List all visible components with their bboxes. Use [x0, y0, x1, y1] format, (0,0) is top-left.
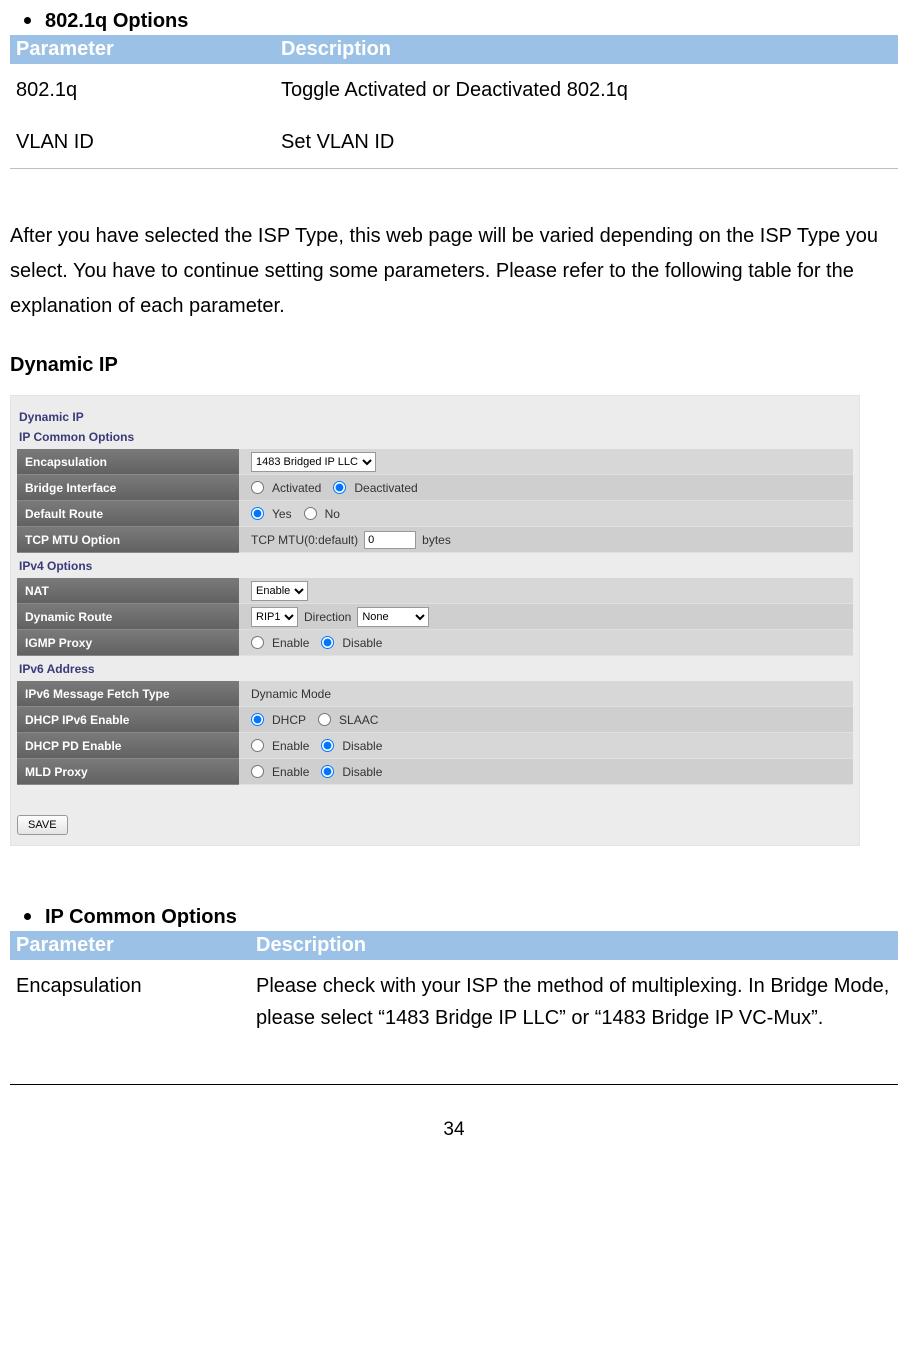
dynamic-ip-heading: Dynamic IP [10, 354, 898, 377]
field-igmp-proxy: Enable Disable [239, 630, 853, 656]
select-encapsulation[interactable]: 1483 Bridged IP LLC [251, 452, 376, 472]
label-bridge-interface: Bridge Interface [17, 475, 239, 501]
field-nat: Enable [239, 578, 853, 604]
radio-igmp-enable[interactable] [251, 636, 264, 649]
row-tcp-mtu: TCP MTU Option TCP MTU(0:default) bytes [17, 527, 853, 553]
cell-desc: Please check with your ISP the method of… [250, 960, 898, 1044]
select-rip[interactable]: RIP1 [251, 607, 298, 627]
field-dhcp-ipv6: DHCP SLAAC [239, 707, 853, 733]
select-nat[interactable]: Enable [251, 581, 308, 601]
label-mld-proxy: MLD Proxy [17, 759, 239, 785]
opt-deactivated: Deactivated [354, 481, 417, 495]
ui-title-ipv4: IPv4 Options [19, 559, 853, 573]
row-ipv6-fetch: IPv6 Message Fetch Type Dynamic Mode [17, 681, 853, 707]
cell-param: 802.1q [10, 64, 275, 116]
row-dynamic-route: Dynamic Route RIP1 Direction None [17, 604, 853, 630]
radio-no[interactable] [304, 507, 317, 520]
opt-enable: Enable [272, 765, 309, 779]
radio-pd-enable[interactable] [251, 739, 264, 752]
table-row: VLAN ID Set VLAN ID [10, 116, 898, 169]
row-igmp-proxy: IGMP Proxy Enable Disable [17, 630, 853, 656]
opt-enable: Enable [272, 636, 309, 650]
label-encapsulation: Encapsulation [17, 449, 239, 475]
label-dhcp-pd: DHCP PD Enable [17, 733, 239, 759]
col-parameter: Parameter [10, 35, 275, 64]
input-tcp-mtu[interactable] [364, 531, 416, 549]
select-direction[interactable]: None [357, 607, 429, 627]
field-dhcp-pd: Enable Disable [239, 733, 853, 759]
table-row: 802.1q Toggle Activated or Deactivated 8… [10, 64, 898, 116]
router-ui-screenshot: Dynamic IP IP Common Options Encapsulati… [10, 395, 860, 846]
opt-yes: Yes [272, 507, 292, 521]
save-button[interactable]: SAVE [17, 815, 68, 835]
table-row: Encapsulation Please check with your ISP… [10, 960, 898, 1044]
row-bridge-interface: Bridge Interface Activated Deactivated [17, 475, 853, 501]
label-tcp-mtu: TCP MTU Option [17, 527, 239, 553]
opt-enable: Enable [272, 739, 309, 753]
bullet-icon [24, 913, 31, 920]
ipv6-fetch-value: Dynamic Mode [251, 687, 331, 701]
field-encapsulation: 1483 Bridged IP LLC [239, 449, 853, 475]
ui-title-ipv6: IPv6 Address [19, 662, 853, 676]
radio-deactivated[interactable] [333, 481, 346, 494]
row-nat: NAT Enable [17, 578, 853, 604]
heading-text: 802.1q Options [45, 10, 188, 32]
table-ip-common-options: Parameter Description Encapsulation Plea… [10, 931, 898, 1044]
field-bridge-interface: Activated Deactivated [239, 475, 853, 501]
cell-desc: Set VLAN ID [275, 116, 898, 169]
row-default-route: Default Route Yes No [17, 501, 853, 527]
radio-activated[interactable] [251, 481, 264, 494]
label-nat: NAT [17, 578, 239, 604]
tcp-mtu-prefix: TCP MTU(0:default) [251, 533, 358, 547]
label-igmp-proxy: IGMP Proxy [17, 630, 239, 656]
radio-igmp-disable[interactable] [321, 636, 334, 649]
label-dhcp-ipv6: DHCP IPv6 Enable [17, 707, 239, 733]
col-description: Description [275, 35, 898, 64]
label-default-route: Default Route [17, 501, 239, 527]
opt-activated: Activated [272, 481, 321, 495]
section-heading-ip-common: IP Common Options [24, 906, 898, 929]
section-heading-8021q: 802.1q Options [24, 10, 898, 33]
field-default-route: Yes No [239, 501, 853, 527]
col-parameter: Parameter [10, 931, 250, 960]
radio-dhcp[interactable] [251, 713, 264, 726]
tcp-mtu-suffix: bytes [422, 533, 451, 547]
row-dhcp-ipv6: DHCP IPv6 Enable DHCP SLAAC [17, 707, 853, 733]
opt-disable: Disable [342, 636, 382, 650]
intro-paragraph: After you have selected the ISP Type, th… [10, 219, 898, 324]
radio-slaac[interactable] [318, 713, 331, 726]
direction-label: Direction [304, 610, 351, 624]
ui-title-ip-common: IP Common Options [19, 430, 853, 444]
table-header-row: Parameter Description [10, 35, 898, 64]
cell-param: VLAN ID [10, 116, 275, 169]
col-description: Description [250, 931, 898, 960]
bullet-icon [24, 17, 31, 24]
table-8021q-options: Parameter Description 802.1q Toggle Acti… [10, 35, 898, 169]
table-header-row: Parameter Description [10, 931, 898, 960]
opt-disable: Disable [342, 765, 382, 779]
heading-text: IP Common Options [45, 906, 237, 928]
field-tcp-mtu: TCP MTU(0:default) bytes [239, 527, 853, 553]
row-encapsulation: Encapsulation 1483 Bridged IP LLC [17, 449, 853, 475]
radio-pd-disable[interactable] [321, 739, 334, 752]
cell-param: Encapsulation [10, 960, 250, 1044]
ui-title-dynamic-ip: Dynamic IP [19, 410, 853, 424]
opt-slaac: SLAAC [339, 713, 378, 727]
field-dynamic-route: RIP1 Direction None [239, 604, 853, 630]
cell-desc: Toggle Activated or Deactivated 802.1q [275, 64, 898, 116]
radio-yes[interactable] [251, 507, 264, 520]
field-ipv6-fetch: Dynamic Mode [239, 681, 853, 707]
label-ipv6-fetch: IPv6 Message Fetch Type [17, 681, 239, 707]
page-footer: 34 [10, 1084, 898, 1141]
page-number: 34 [443, 1119, 464, 1140]
opt-no: No [325, 507, 340, 521]
opt-dhcp: DHCP [272, 713, 306, 727]
field-mld-proxy: Enable Disable [239, 759, 853, 785]
radio-mld-enable[interactable] [251, 765, 264, 778]
opt-disable: Disable [342, 739, 382, 753]
row-mld-proxy: MLD Proxy Enable Disable [17, 759, 853, 785]
label-dynamic-route: Dynamic Route [17, 604, 239, 630]
row-dhcp-pd: DHCP PD Enable Enable Disable [17, 733, 853, 759]
radio-mld-disable[interactable] [321, 765, 334, 778]
